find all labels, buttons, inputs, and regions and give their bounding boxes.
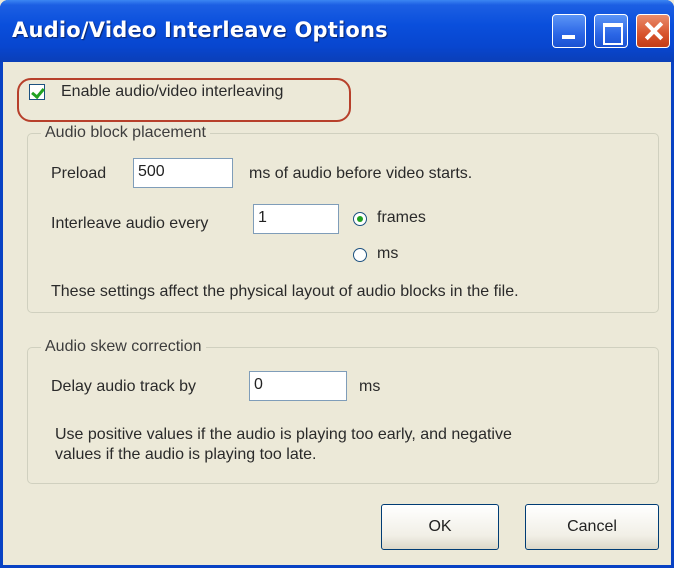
frames-label[interactable]: frames (377, 209, 426, 227)
skew-note-line1: Use positive values if the audio is play… (55, 426, 512, 443)
delay-input[interactable]: 0 (249, 371, 347, 401)
interleave-label: Interleave audio every (51, 215, 209, 232)
title-bar[interactable]: Audio/Video Interleave Options (0, 0, 674, 62)
cancel-button[interactable]: Cancel (525, 504, 659, 550)
enable-interleaving-label[interactable]: Enable audio/video interleaving (61, 83, 283, 101)
enable-interleaving-checkbox[interactable] (29, 84, 45, 100)
skew-note-line2: values if the audio is playing too late. (55, 446, 317, 463)
window-title: Audio/Video Interleave Options (12, 18, 388, 42)
interleave-input[interactable]: 1 (253, 204, 339, 234)
frames-radio[interactable] (353, 212, 367, 226)
audio-skew-correction-title: Audio skew correction (41, 338, 206, 356)
delay-suffix: ms (359, 378, 381, 395)
ms-radio[interactable] (353, 248, 367, 262)
dialog-body: Enable audio/video interleaving Audio bl… (3, 62, 671, 568)
minimize-icon[interactable] (552, 14, 586, 48)
preload-suffix: ms of audio before video starts. (249, 165, 473, 182)
audio-block-placement-title: Audio block placement (41, 124, 210, 142)
preload-input[interactable]: 500 (133, 158, 233, 188)
placement-note: These settings affect the physical layou… (51, 283, 519, 300)
preload-label: Preload (51, 165, 107, 182)
dialog-window: Audio/Video Interleave Options Enable au… (0, 0, 674, 568)
close-icon[interactable] (636, 14, 670, 48)
ms-radio-label[interactable]: ms (377, 245, 398, 263)
delay-label: Delay audio track by (51, 378, 196, 395)
ok-button[interactable]: OK (381, 504, 499, 550)
maximize-icon[interactable] (594, 14, 628, 48)
